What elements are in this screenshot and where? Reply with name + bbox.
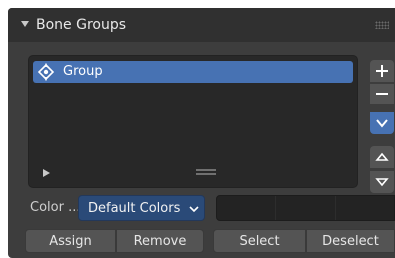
add-group-button[interactable] bbox=[370, 60, 394, 82]
remove-group-button[interactable] bbox=[370, 84, 394, 104]
triangle-down-icon[interactable] bbox=[20, 19, 30, 29]
remove-button[interactable]: Remove bbox=[116, 229, 204, 253]
bone-group-icon bbox=[37, 63, 55, 81]
move-up-button[interactable] bbox=[370, 146, 394, 168]
drag-grip-icon[interactable] bbox=[375, 21, 389, 29]
resize-grip-icon[interactable] bbox=[196, 169, 216, 175]
panel-header[interactable]: Bone Groups bbox=[8, 8, 395, 42]
chevron-down-icon bbox=[376, 119, 388, 128]
triangle-down-icon bbox=[375, 178, 389, 187]
triangle-right-icon[interactable] bbox=[41, 168, 51, 178]
deselect-button[interactable]: Deselect bbox=[306, 229, 395, 253]
color-swatch[interactable] bbox=[217, 196, 277, 220]
color-swatch[interactable] bbox=[336, 196, 394, 220]
assign-button[interactable]: Assign bbox=[25, 229, 116, 253]
bone-group-list[interactable]: Group bbox=[28, 55, 358, 188]
color-swatches bbox=[216, 195, 395, 221]
list-item-label: Group bbox=[63, 64, 103, 79]
color-set-dropdown[interactable]: Default Colors bbox=[78, 195, 205, 221]
color-set-value: Default Colors bbox=[88, 201, 181, 216]
move-down-button[interactable] bbox=[370, 171, 394, 193]
select-button[interactable]: Select bbox=[213, 229, 306, 253]
triangle-up-icon bbox=[375, 152, 389, 161]
bone-groups-screen: Bone Groups Group Color ... Default Colo… bbox=[0, 0, 395, 258]
panel-title: Bone Groups bbox=[36, 17, 127, 33]
minus-icon bbox=[376, 93, 388, 95]
color-label: Color ... bbox=[30, 200, 80, 215]
color-swatch[interactable] bbox=[276, 196, 336, 220]
chevron-down-icon bbox=[189, 206, 199, 213]
plus-icon bbox=[376, 65, 388, 77]
specials-menu-button[interactable] bbox=[370, 112, 394, 134]
list-item[interactable]: Group bbox=[33, 61, 353, 83]
